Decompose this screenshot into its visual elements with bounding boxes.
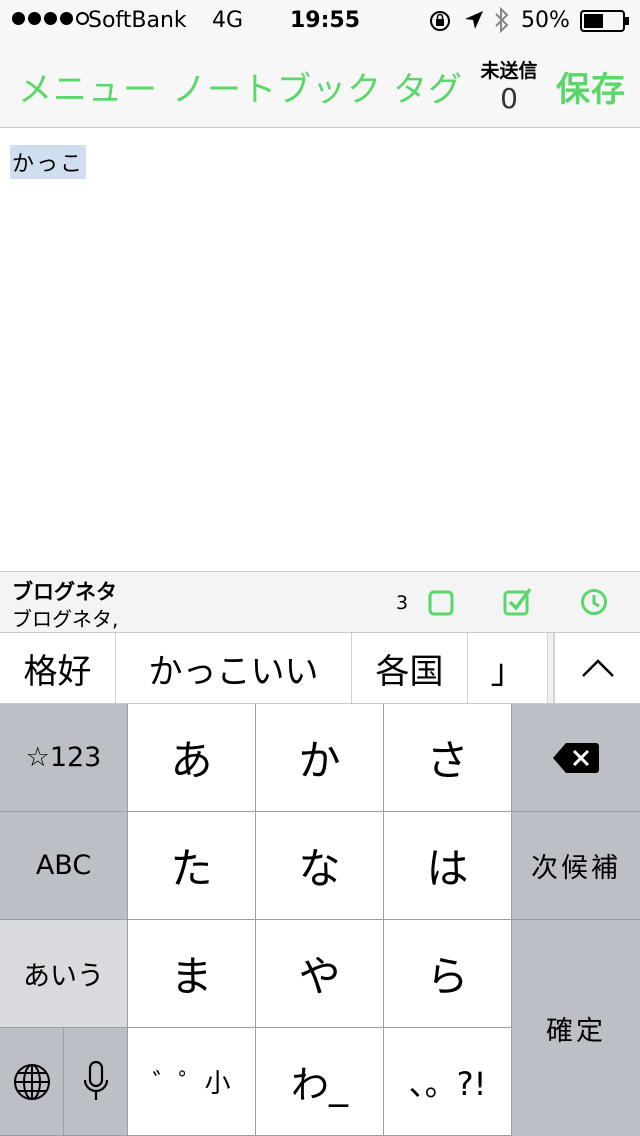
note-editor[interactable]: かっこ [0,129,640,571]
carrier-label: SoftBank [88,8,187,33]
unsent-count: 0 [500,82,518,115]
key-dakuten[interactable]: ゛゜小 [128,1028,256,1136]
notebook-name[interactable]: ブログネタ [12,576,117,606]
clock: 19:55 [290,8,361,33]
key-na[interactable]: な [256,812,384,920]
key-a[interactable]: あ [128,704,256,812]
flick-keyboard: ☆123 ABC あいう あ か さ た な は ま や ら ゛゜小 わ_ 、。… [0,704,640,1136]
conversion-candidates: 格好 かっこいい 各国 」 [0,633,640,704]
status-bar: SoftBank 4G 19:55 50% [0,0,640,40]
clock-icon[interactable] [580,588,608,620]
key-ha[interactable]: は [384,812,512,920]
microphone-icon [83,1060,108,1100]
chevron-up-icon [581,659,614,677]
navigation-bar: メニュー ノートブック タグ 未送信 0 保存 [0,40,640,128]
key-ta[interactable]: た [128,812,256,920]
unsent-label: 未送信 [480,60,538,82]
candidate-item[interactable]: 格好 [0,633,116,703]
key-ra[interactable]: ら [384,920,512,1028]
note-info-bar: ブログネタ ブログネタ, 3 [0,571,640,633]
save-button[interactable]: 保存 [556,62,626,111]
globe-icon [13,1063,50,1100]
item-count: 3 [396,592,409,614]
menu-button[interactable]: メニュー [18,62,158,111]
rotation-lock-icon [428,9,452,37]
notebook-button[interactable]: ノートブック [172,62,382,111]
key-wa[interactable]: わ_ [256,1028,384,1136]
editor-text[interactable]: かっこ [10,145,87,179]
kana-mode-key[interactable]: あいう [0,920,128,1028]
symbols-123-key[interactable]: ☆123 [0,704,128,812]
notebook-tags[interactable]: ブログネタ, [12,603,118,632]
key-sa[interactable]: さ [384,704,512,812]
network-label: 4G [212,8,244,33]
battery-icon [580,10,630,36]
globe-key[interactable] [0,1028,64,1136]
location-arrow-icon [463,9,485,35]
key-ka[interactable]: か [256,704,384,812]
key-punctuation[interactable]: 、。?! [384,1028,512,1136]
tag-button[interactable]: タグ [393,62,463,111]
backspace-icon [553,742,599,773]
expand-candidates-button[interactable] [554,633,640,703]
microphone-key[interactable] [64,1028,128,1136]
battery-percent: 50% [521,8,570,33]
checkbox-empty-icon[interactable] [428,590,454,620]
signal-strength-icon [12,12,89,25]
candidate-item[interactable]: かっこいい [116,633,352,703]
key-ya[interactable]: や [256,920,384,1028]
candidate-item[interactable]: 」 [468,633,548,703]
abc-key[interactable]: ABC [0,812,128,920]
key-ma[interactable]: ま [128,920,256,1028]
checkbox-checked-icon[interactable] [503,586,533,620]
bluetooth-icon [493,6,511,38]
backspace-key[interactable] [512,704,640,812]
candidate-item[interactable]: 各国 [352,633,468,703]
confirm-key[interactable]: 確定 [512,920,640,1136]
next-candidate-key[interactable]: 次候補 [512,812,640,920]
